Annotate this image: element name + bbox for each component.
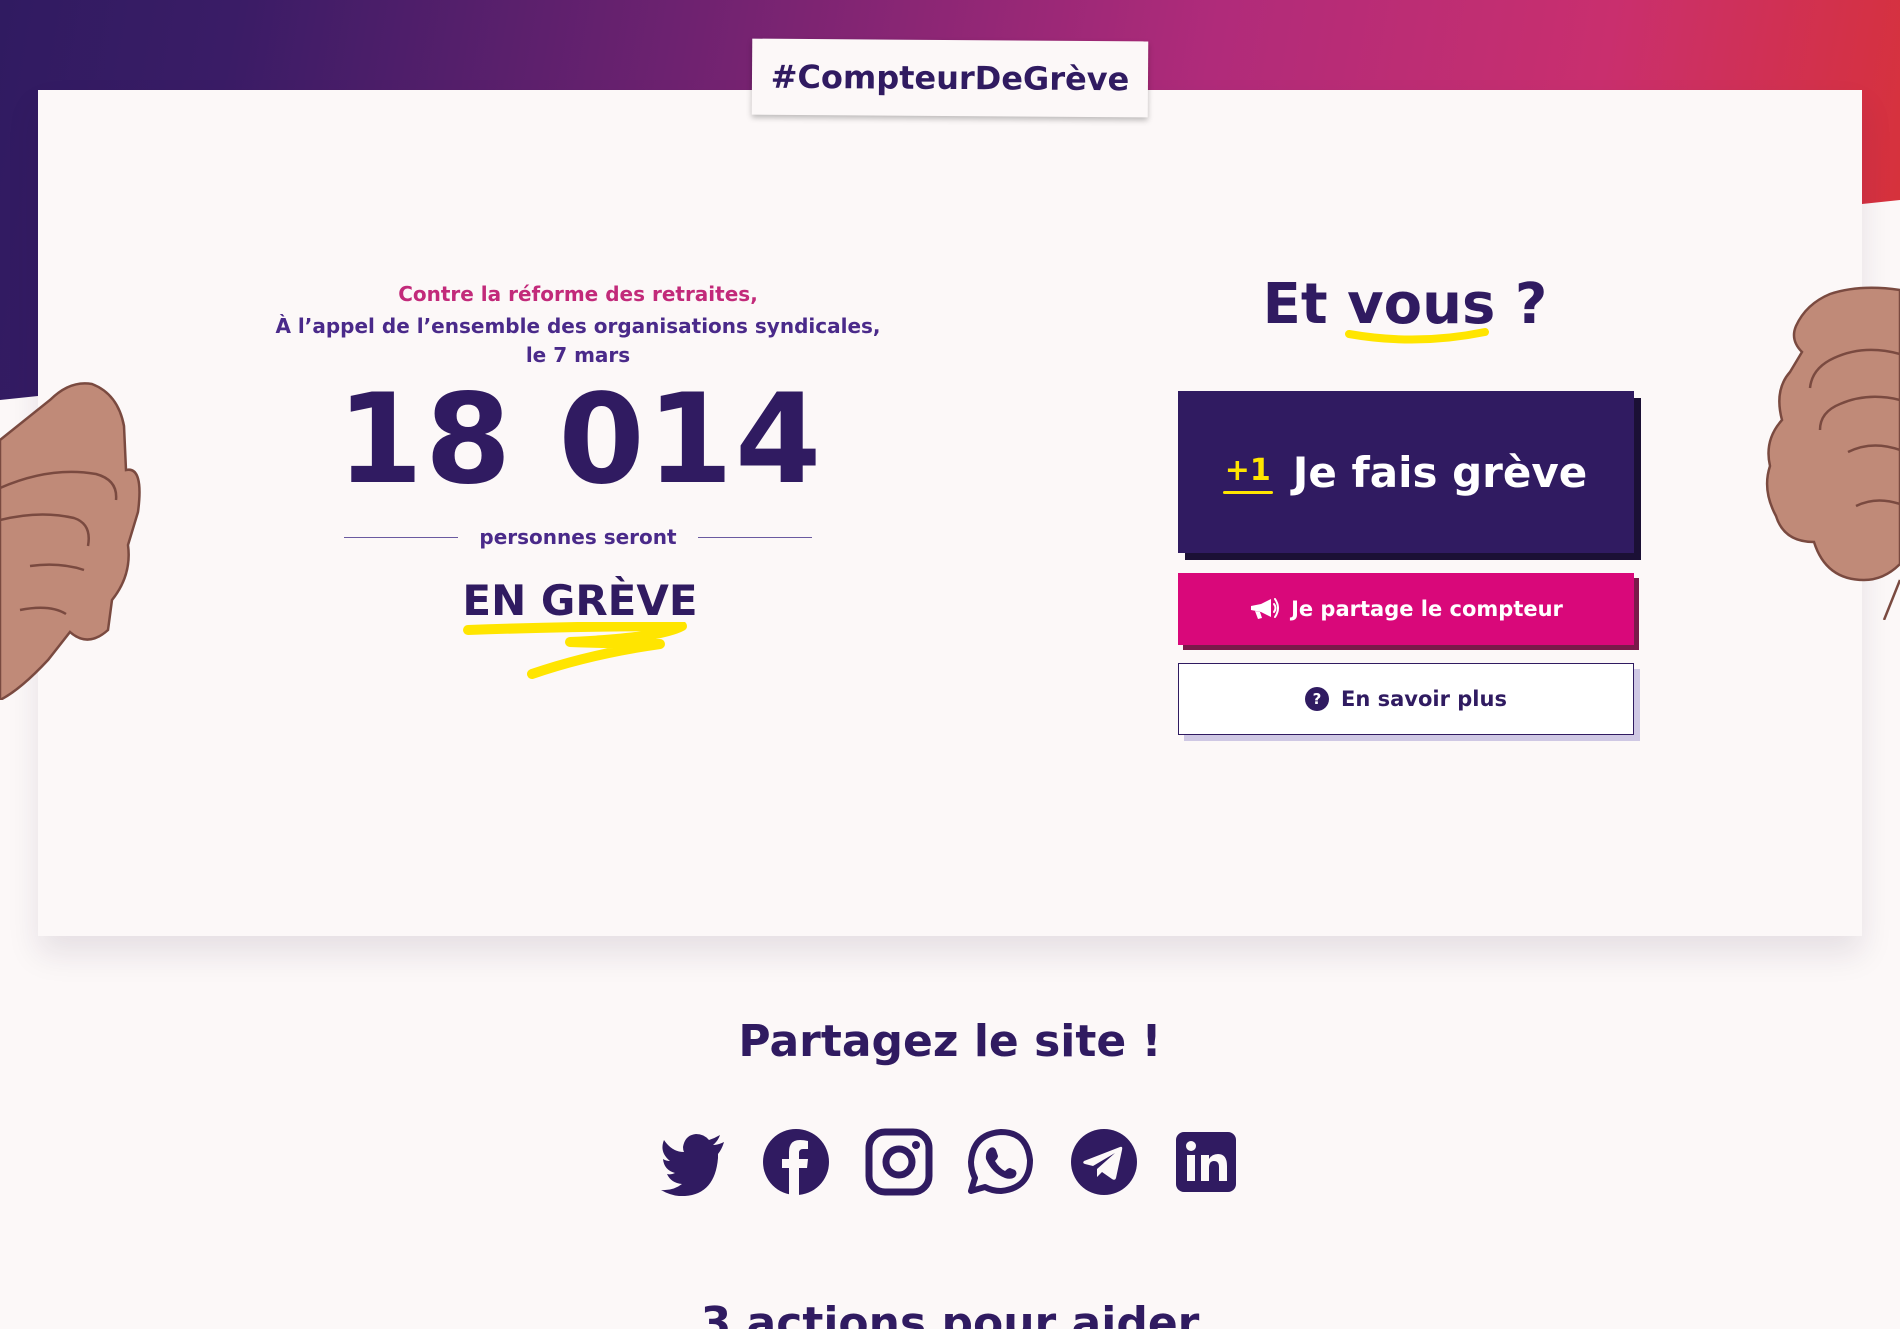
share-site-title: Partagez le site ! [738, 1016, 1162, 1067]
je-fais-greve-label: Je fais grève [1292, 447, 1588, 497]
right-hand-illustration [1765, 286, 1900, 620]
vous-word-underlined: vous [1345, 272, 1495, 344]
divider-left [344, 536, 458, 538]
strike-counter: 18 014 [336, 368, 824, 512]
megaphone-icon [1251, 598, 1280, 619]
et-word: Et [1262, 272, 1328, 337]
page: #CompteurDeGrève Contre la réforme des r… [0, 0, 1900, 1329]
actions-section-title: 3 actions pour aider [700, 1298, 1200, 1329]
et-vous-heading: Et vous ? [1230, 272, 1580, 344]
yellow-underline-decoration [1345, 328, 1490, 344]
intro-text: Contre la réforme des retraites, À l’app… [240, 278, 916, 368]
strike-label: EN GRÈVE [462, 576, 698, 625]
je-fais-greve-button[interactable]: +1 Je fais grève [1178, 391, 1634, 553]
linkedin-icon[interactable] [1172, 1128, 1240, 1196]
yellow-squiggle-decoration [463, 622, 687, 679]
whatsapp-icon[interactable] [967, 1128, 1035, 1196]
plus-one-icon: +1 [1222, 452, 1273, 494]
question-mark: ? [1514, 272, 1548, 337]
hashtag-tag: #CompteurDeGrève [751, 38, 1149, 118]
intro-line-reform: Contre la réforme des retraites, [398, 282, 758, 306]
intro-line-unions: À l’appel de l’ensemble des organisation… [275, 314, 881, 338]
social-share-links [660, 1126, 1240, 1198]
facebook-icon[interactable] [762, 1128, 830, 1196]
people-label-row: personnes seront [344, 522, 812, 552]
share-counter-button[interactable]: Je partage le compteur [1178, 573, 1634, 645]
left-hand-illustration [0, 382, 141, 700]
en-savoir-plus-label: En savoir plus [1341, 687, 1507, 711]
intro-line-date: le 7 mars [525, 343, 631, 367]
instagram-icon[interactable] [865, 1128, 933, 1196]
telegram-icon[interactable] [1070, 1128, 1138, 1196]
divider-right [697, 536, 812, 538]
question-circle-icon: ? [1305, 687, 1330, 711]
twitter-icon[interactable] [660, 1128, 728, 1197]
people-label: personnes seront [479, 525, 677, 549]
en-savoir-plus-button[interactable]: ? En savoir plus [1178, 663, 1634, 735]
share-counter-label: Je partage le compteur [1291, 597, 1563, 621]
